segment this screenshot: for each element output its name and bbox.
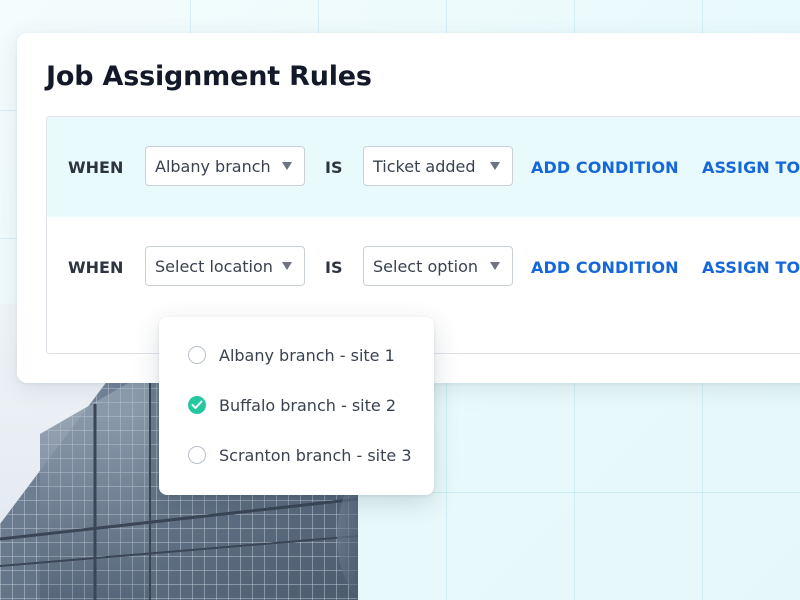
location-select-value: Albany branch (155, 157, 271, 176)
location-select[interactable]: Select location (145, 246, 305, 286)
radio-checked-icon[interactable] (188, 396, 206, 414)
option-select-value: Ticket added (373, 157, 476, 176)
chevron-down-icon (282, 262, 292, 270)
dropdown-option-albany[interactable]: Albany branch - site 1 (159, 331, 434, 381)
radio-unchecked-icon[interactable] (188, 346, 206, 364)
add-condition-link[interactable]: ADD CONDITION (531, 158, 679, 177)
radio-unchecked-icon[interactable] (188, 446, 206, 464)
when-label: WHEN (68, 258, 124, 277)
check-icon (191, 400, 203, 409)
is-label: IS (325, 258, 343, 277)
chevron-down-icon (490, 162, 500, 170)
page-title: Job Assignment Rules (46, 61, 372, 92)
location-dropdown-menu: Albany branch - site 1 Buffalo branch - … (159, 317, 434, 495)
rule-row: WHEN Albany branch IS Ticket added ADD C… (47, 117, 800, 217)
when-label: WHEN (68, 158, 124, 177)
option-select[interactable]: Ticket added (363, 146, 513, 186)
dropdown-option-label: Albany branch - site 1 (219, 346, 395, 365)
chevron-down-icon (282, 162, 292, 170)
option-select-placeholder: Select option (373, 257, 479, 276)
dropdown-option-buffalo[interactable]: Buffalo branch - site 2 (159, 381, 434, 431)
location-select-placeholder: Select location (155, 257, 273, 276)
chevron-down-icon (490, 262, 500, 270)
dropdown-option-label: Buffalo branch - site 2 (219, 396, 396, 415)
dropdown-option-scranton[interactable]: Scranton branch - site 3 (159, 431, 434, 481)
assign-to-link[interactable]: ASSIGN TO (702, 258, 800, 277)
rule-row: WHEN Select location IS Select option AD… (47, 217, 800, 317)
location-select[interactable]: Albany branch (145, 146, 305, 186)
option-select[interactable]: Select option (363, 246, 513, 286)
assign-to-link[interactable]: ASSIGN TO (702, 158, 800, 177)
dropdown-option-label: Scranton branch - site 3 (219, 446, 412, 465)
is-label: IS (325, 158, 343, 177)
add-condition-link[interactable]: ADD CONDITION (531, 258, 679, 277)
